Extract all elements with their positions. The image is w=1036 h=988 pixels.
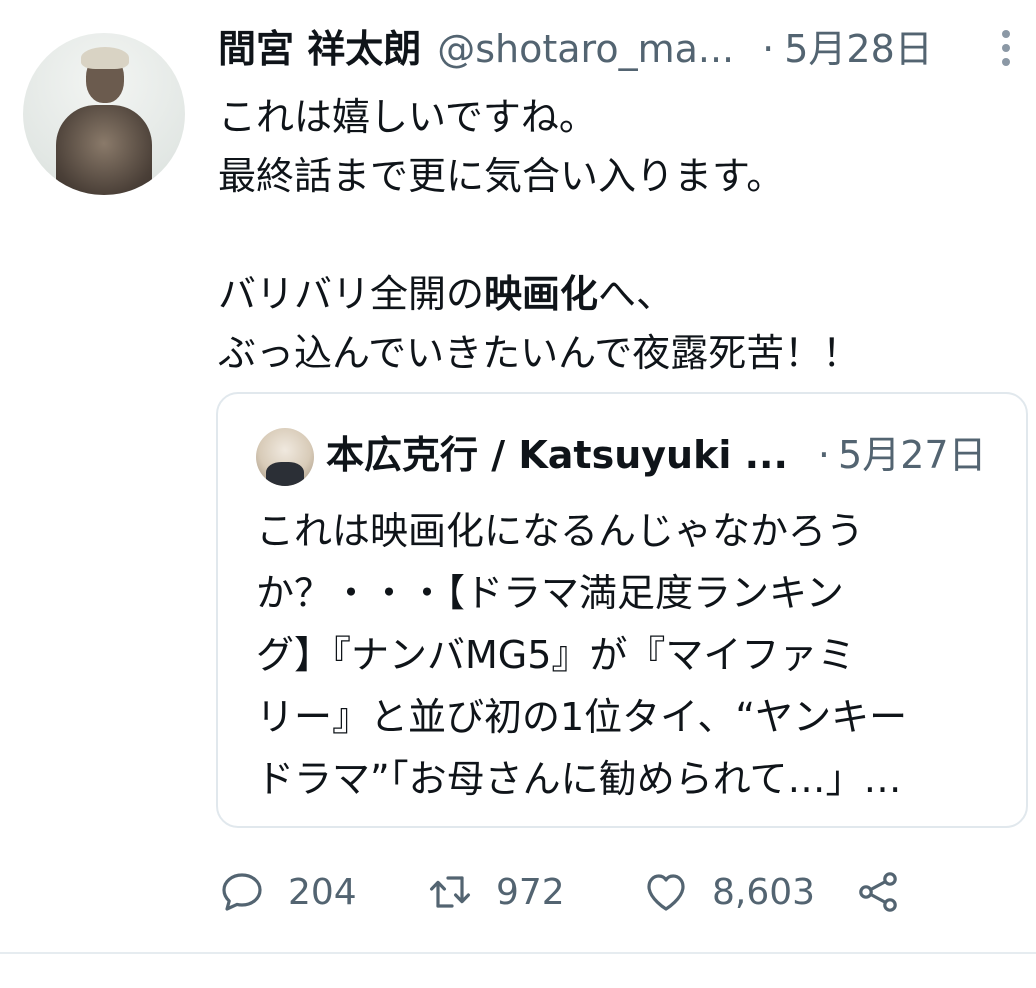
author-avatar[interactable] (23, 33, 185, 195)
quoted-tweet-card[interactable]: 本広克行 / Katsuyuki ... · 5月27日 これは映画化になるんじ… (216, 392, 1028, 828)
heart-icon (647, 874, 685, 911)
header-separator: · (762, 27, 775, 71)
share-icon (859, 872, 897, 912)
quoted-tweet-header: 本広克行 / Katsuyuki ... · 5月27日 (326, 430, 987, 480)
avatar-hair (81, 47, 129, 69)
tweet-date[interactable]: 5月28日 (784, 24, 933, 74)
tweet-line: バリバリ全開の (218, 272, 485, 316)
reply-button[interactable]: 204 (218, 866, 357, 918)
author-name[interactable]: 間宮 祥太朗 (218, 24, 421, 74)
avatar-figure (56, 105, 152, 195)
retweet-count: 972 (496, 871, 565, 913)
retweet-button[interactable]: 972 (426, 866, 565, 918)
tweet-line: ぶっ込んでいきたいんで夜露死苦！！ (218, 331, 861, 375)
tweet-divider (0, 952, 1036, 954)
tweet-line: 最終話まで更に気合い入ります。 (218, 154, 785, 198)
quoted-separator: · (817, 433, 831, 477)
tweet-header: 間宮 祥太朗 @shotaro_ma... · 5月28日 (218, 24, 933, 74)
quoted-tweet-text: これは映画化になるんじゃなかろう か？・・・【ドラマ満足度ランキン グ】『ナンバ… (256, 509, 908, 801)
reply-icon (222, 873, 262, 911)
like-count: 8,603 (712, 871, 816, 913)
quoted-tweet-date: 5月27日 (838, 433, 987, 477)
retweet-icon (430, 876, 470, 908)
share-button[interactable] (854, 866, 902, 918)
author-handle[interactable]: @shotaro_ma... (437, 24, 734, 74)
tweet-emphasis: 映画化 (484, 272, 599, 316)
more-vertical-icon[interactable] (1000, 30, 1012, 70)
like-button[interactable]: 8,603 (642, 866, 815, 918)
quoted-author-name: 本広克行 / Katsuyuki ... (326, 433, 788, 477)
tweet-line: へ、 (598, 272, 675, 316)
tweet-actions: 204 972 8,603 (218, 866, 918, 918)
tweet-line: これは嬉しいですね。 (218, 95, 597, 139)
tweet-text: これは嬉しいですね。 最終話まで更に気合い入ります。 バリバリ全開の映画化へ、 … (218, 88, 860, 383)
quoted-author-avatar (256, 428, 314, 486)
reply-count: 204 (288, 871, 357, 913)
